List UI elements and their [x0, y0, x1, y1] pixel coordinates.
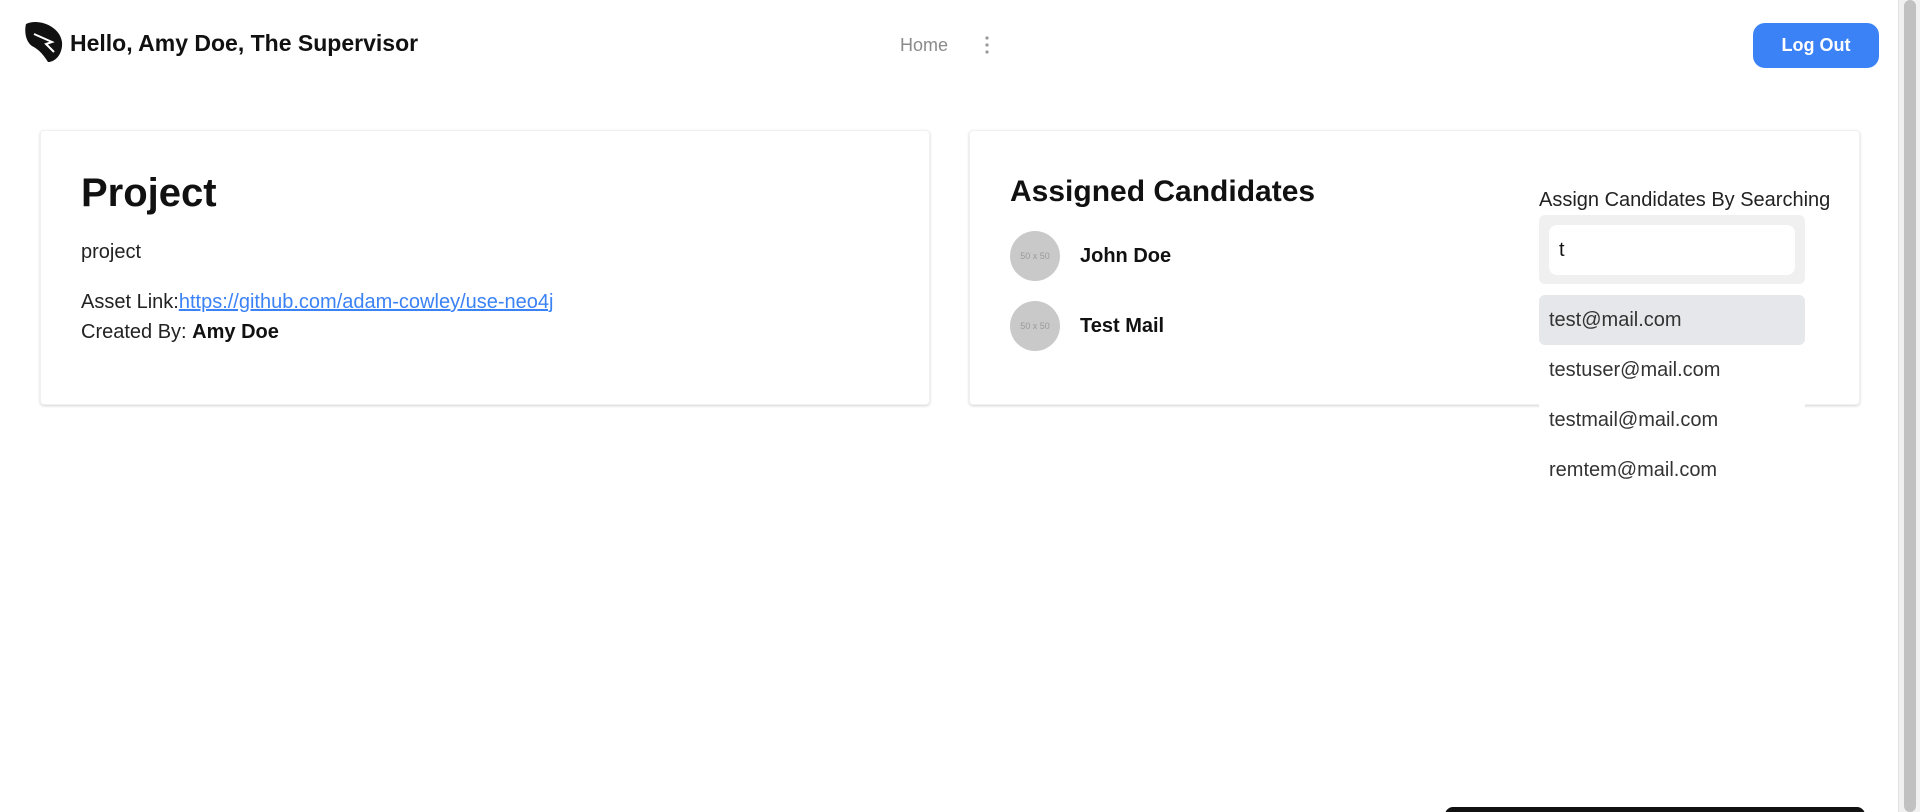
candidate-item[interactable]: 50 x 50 Test Mail [1010, 301, 1164, 351]
scrollbar-thumb[interactable] [1904, 0, 1916, 812]
avatar: 50 x 50 [1010, 231, 1060, 281]
project-title: Project [81, 171, 217, 215]
assigned-candidates-title: Assigned Candidates [1010, 175, 1316, 208]
top-header: Hello, Amy Doe, The Supervisor Home Log … [0, 0, 1898, 92]
search-field-wrapper [1539, 215, 1805, 284]
candidate-search-input[interactable] [1549, 225, 1795, 275]
created-by-name: Amy Doe [192, 321, 279, 343]
search-results-dropdown: test@mail.com testuser@mail.com testmail… [1539, 295, 1805, 495]
nav-home-link[interactable]: Home [900, 35, 948, 56]
project-description: project [81, 241, 142, 263]
asset-link-row: Asset Link:https://github.com/adam-cowle… [81, 291, 553, 314]
created-by-row: Created By: Amy Doe [81, 321, 279, 344]
avatar: 50 x 50 [1010, 301, 1060, 351]
search-result-item[interactable]: test@mail.com [1539, 295, 1805, 345]
candidate-name: John Doe [1080, 244, 1172, 267]
asset-link[interactable]: https://github.com/adam-cowley/use-neo4j [179, 291, 554, 313]
search-label: Assign Candidates By Searching [1539, 189, 1831, 211]
search-result-item[interactable]: testuser@mail.com [1539, 345, 1805, 395]
bottom-panel-edge [1445, 807, 1865, 812]
vertical-scrollbar[interactable] [1898, 0, 1920, 812]
greeting-title: Hello, Amy Doe, The Supervisor [70, 30, 419, 56]
asset-link-label: Asset Link: [81, 291, 179, 313]
search-result-item[interactable]: remtem@mail.com [1539, 445, 1805, 495]
vertical-ellipsis-icon[interactable] [980, 34, 994, 56]
logout-button[interactable]: Log Out [1753, 23, 1879, 68]
candidate-item[interactable]: 50 x 50 John Doe [1010, 231, 1171, 281]
candidate-name: Test Mail [1080, 314, 1165, 337]
created-by-label: Created By: [81, 321, 193, 343]
project-card: Project project Asset Link:https://githu… [40, 130, 930, 405]
bird-leaf-logo-icon[interactable] [22, 20, 64, 64]
search-result-item[interactable]: testmail@mail.com [1539, 395, 1805, 445]
